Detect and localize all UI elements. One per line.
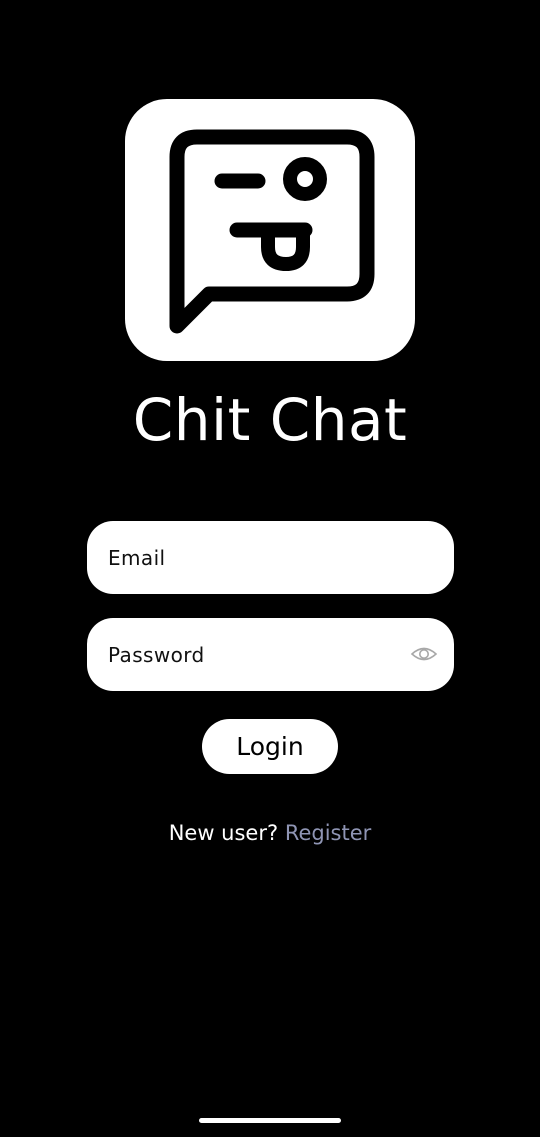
- app-title: Chit Chat: [132, 386, 408, 454]
- login-button[interactable]: Login: [202, 719, 338, 774]
- app-logo: [125, 99, 415, 361]
- register-prompt-line: New user? Register: [0, 818, 540, 848]
- eye-icon[interactable]: [410, 643, 438, 665]
- email-field-container: [87, 521, 454, 594]
- password-field-container: [87, 618, 454, 691]
- chat-bubble-winking-face-icon: [169, 129, 375, 334]
- password-field[interactable]: [87, 618, 454, 691]
- email-field[interactable]: [87, 521, 454, 594]
- register-link[interactable]: Register: [285, 821, 371, 845]
- register-prompt-text: New user?: [168, 821, 279, 845]
- home-indicator[interactable]: [199, 1118, 341, 1123]
